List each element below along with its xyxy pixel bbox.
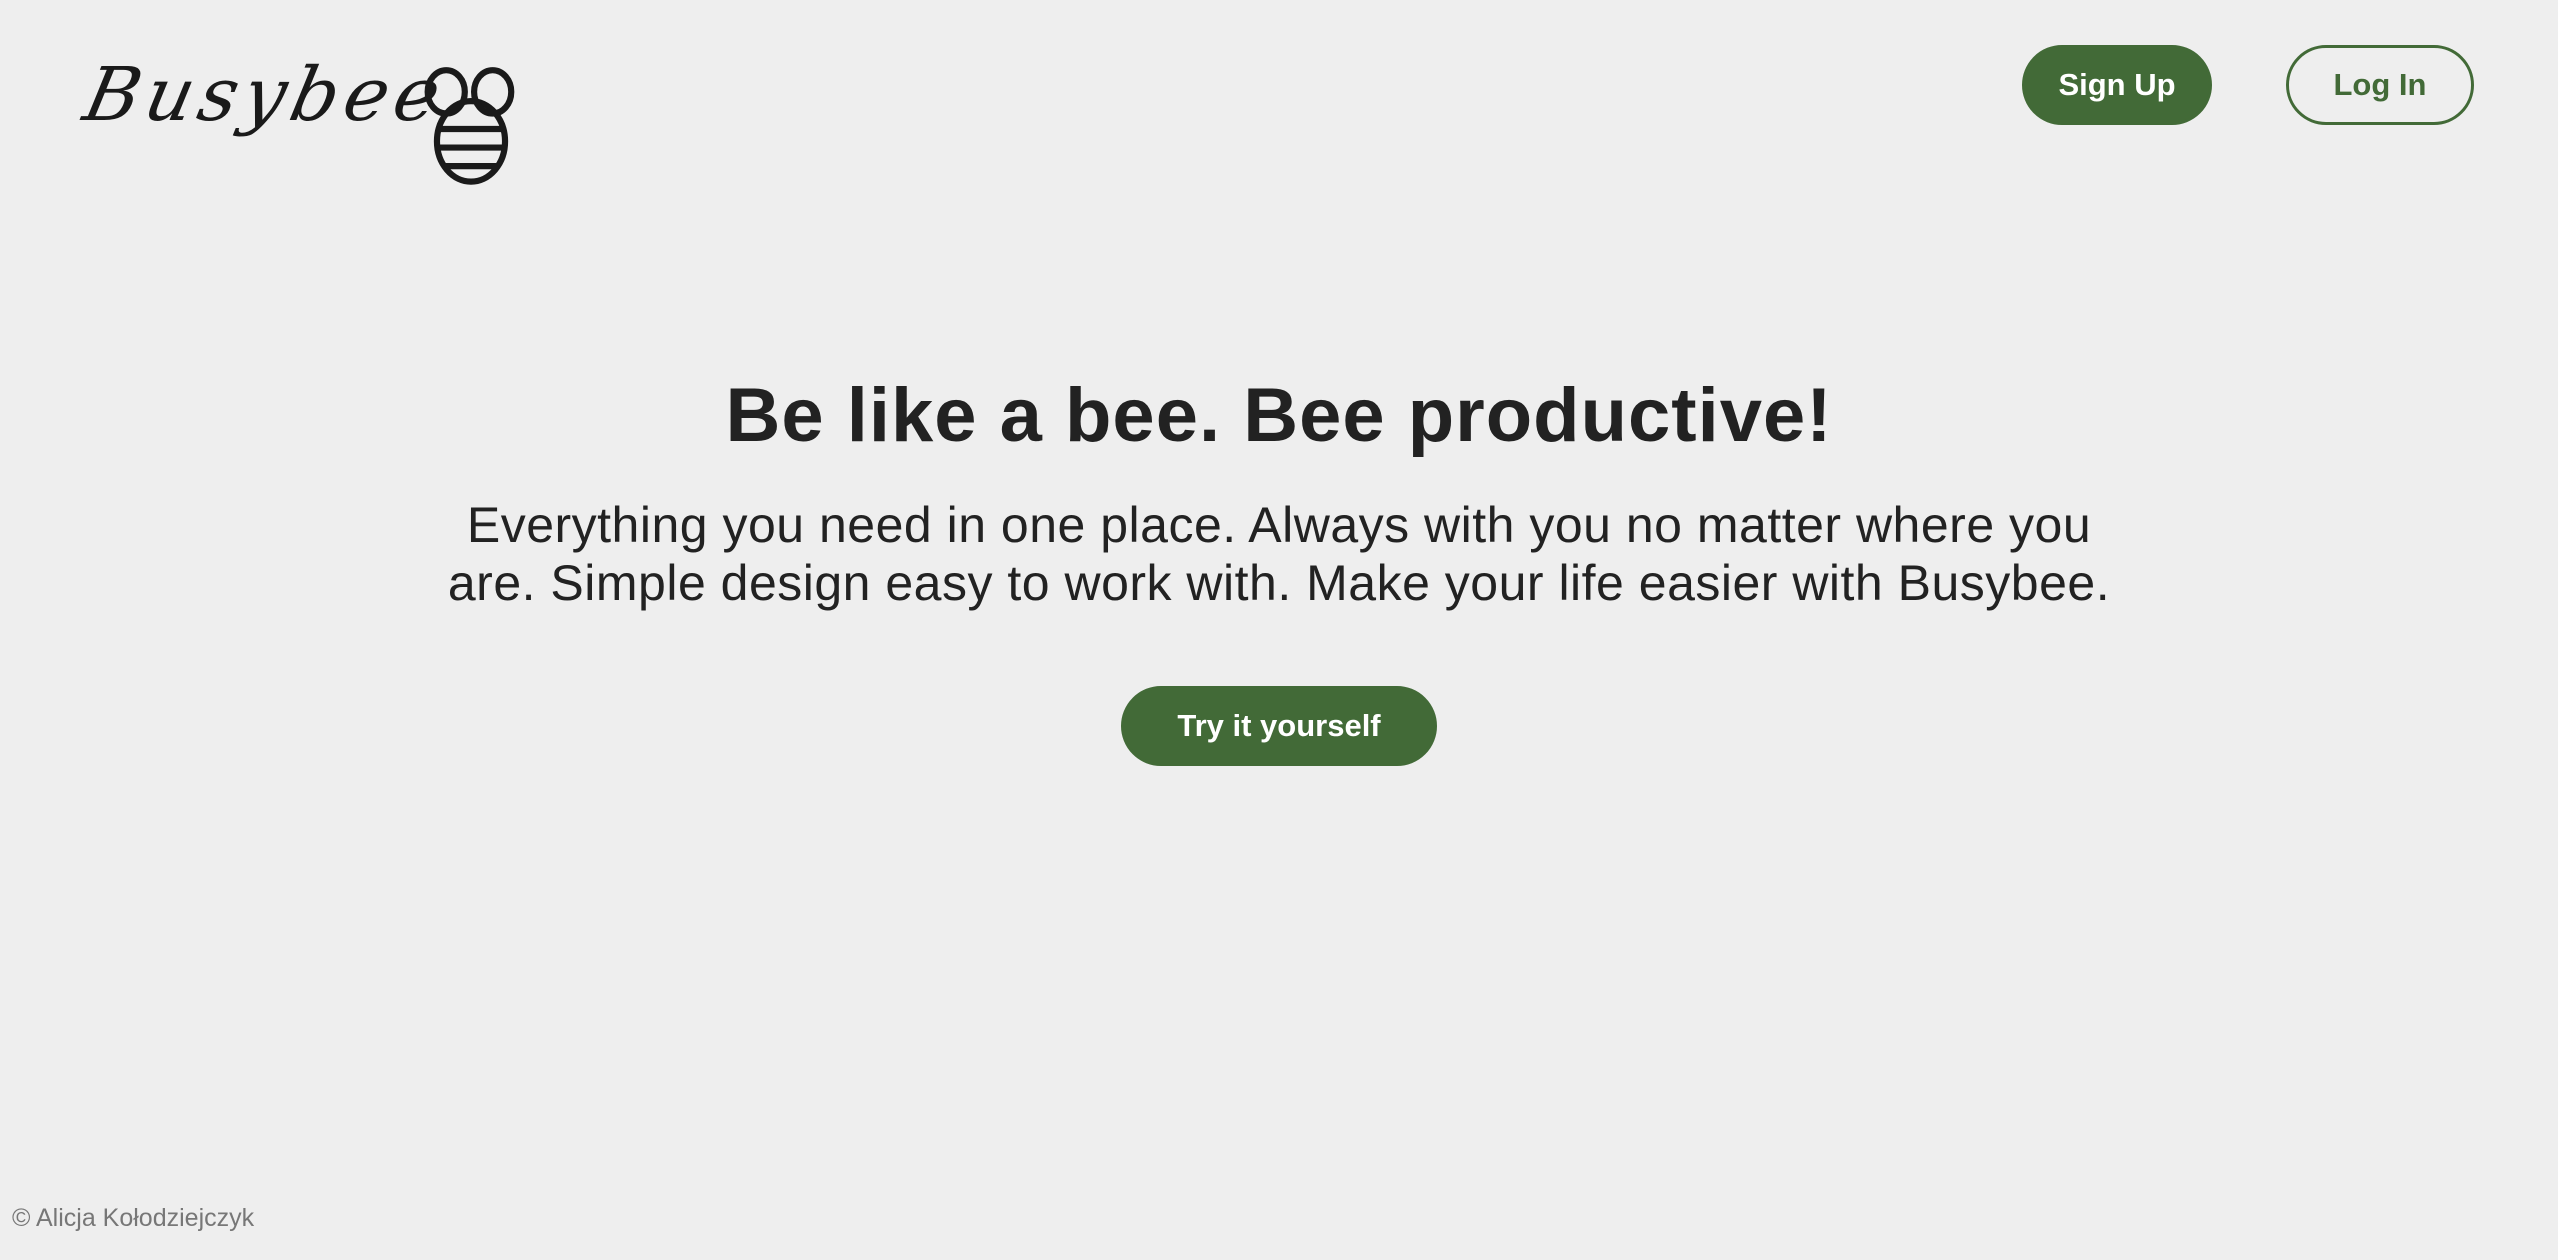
try-it-yourself-button[interactable]: Try it yourself: [1121, 686, 1437, 766]
hero-subtitle: Everything you need in one place. Always…: [447, 497, 2111, 611]
footer-copyright: © Alicja Kołodziejczyk: [12, 1204, 255, 1232]
log-in-button[interactable]: Log In: [2286, 45, 2474, 125]
busybee-logo[interactable]: Busybee: [77, 38, 515, 185]
sign-up-button[interactable]: Sign Up: [2022, 45, 2212, 125]
bee-icon: [424, 67, 515, 185]
hero-title: Be like a bee. Bee productive!: [725, 373, 1833, 458]
landing-page: Busybee Sign Up Log In Be like a bee. Be…: [0, 0, 2558, 1260]
